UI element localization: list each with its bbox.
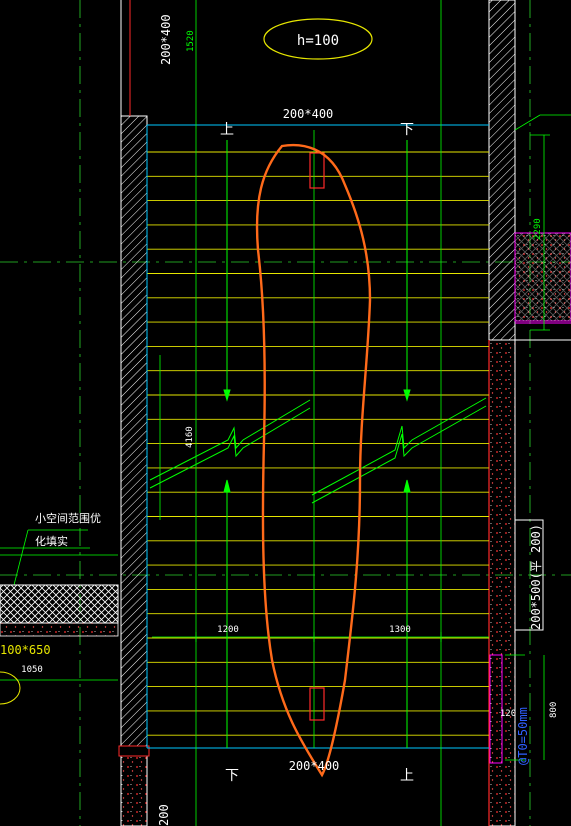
beam-sections (309, 152, 325, 721)
markup-outline (255, 143, 372, 778)
note-line-2: 化填实 (35, 534, 68, 548)
dim-1520: 1520 (186, 30, 196, 52)
stair-treads (147, 151, 489, 736)
partial-ellipse-left (0, 671, 21, 705)
pipe-note: @T0=50mm (516, 707, 530, 765)
down-bottom-label: 下 (225, 768, 239, 784)
beam-bottom-label: 200*400 (289, 759, 340, 773)
dim-1050: 1050 (21, 665, 43, 675)
dim-2290: 2290 (533, 218, 543, 240)
dim-800: 800 (549, 702, 559, 718)
stair-plan-drawing: h=100 200*400 1520 200*400 上 下 4160 1200… (0, 0, 571, 826)
down-top-label: 下 (400, 122, 414, 138)
left-wall (118, 0, 150, 826)
break-lines (149, 397, 487, 504)
dim-1300: 1300 (389, 625, 411, 635)
slab-fill (0, 584, 119, 637)
beam-left-label: 100*650 (0, 643, 51, 657)
beam-right-label: 200*500(平 200) (529, 524, 543, 630)
up-bottom-label: 上 (400, 768, 414, 784)
dim-4160: 4160 (185, 426, 195, 448)
labels: h=100 200*400 1520 200*400 上 下 4160 1200… (0, 14, 559, 826)
axis-lines (0, 0, 571, 826)
cloud-note: h=100 (297, 33, 339, 49)
beam-top-label: 200*400 (283, 107, 334, 121)
dim-120: 120 (500, 709, 516, 719)
stair-outline (146, 124, 489, 749)
up-top-label: 上 (220, 122, 234, 138)
guide-lines (0, 0, 571, 826)
dim-1200: 1200 (217, 625, 239, 635)
dim-bottom-left: 200 (157, 804, 171, 826)
beam-top-left-label: 200*400 (159, 14, 173, 65)
note-line-1: 小空间范围优 (35, 511, 101, 525)
